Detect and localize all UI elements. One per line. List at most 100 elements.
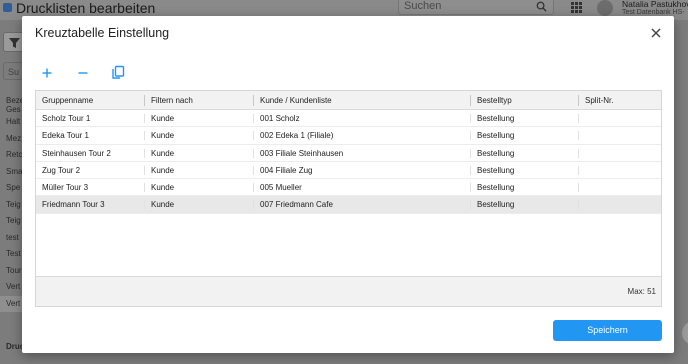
sidebar-item[interactable]: Retc	[0, 147, 22, 164]
table-row[interactable]: Edeka Tour 1 Kunde 002 Edeka 1 (Filiale) Be…	[36, 127, 661, 145]
cell-separator	[253, 183, 254, 193]
apps-grid-icon[interactable]	[571, 2, 582, 13]
cell-separator	[253, 148, 254, 158]
dialog-title: Kreuztabelle Einstellung	[35, 26, 170, 40]
save-button[interactable]: Speichern	[553, 320, 662, 341]
cell-filtern-nach: Kunde	[151, 148, 175, 158]
cell-separator	[470, 183, 471, 193]
column-header-filtern-nach[interactable]: Filtern nach	[145, 91, 193, 110]
column-header-bestelltyp[interactable]: Bestelltyp	[471, 91, 512, 110]
floating-action-button[interactable]	[682, 321, 688, 345]
cell-gruppenname: Steinhausen Tour 2	[42, 148, 111, 158]
sidebar-item[interactable]: Teig	[0, 197, 22, 214]
sidebar-search-input[interactable]: Su	[3, 62, 23, 80]
cell-gruppenname: Zug Tour 2	[42, 165, 81, 175]
sidebar-item[interactable]: Teig	[0, 213, 22, 230]
cell-split-nr	[579, 110, 585, 127]
cell-bestelltyp: Bestellung	[477, 183, 515, 193]
cell-separator	[578, 131, 579, 141]
cell-split-nr	[579, 162, 585, 179]
global-search-placeholder: Suchen	[404, 0, 442, 12]
table-row[interactable]: Zug Tour 2 Kunde 004 Filiale Zug Bestellung	[36, 162, 661, 180]
plus-icon[interactable]	[39, 65, 55, 81]
cell-bestelltyp: Bestellung	[477, 148, 515, 158]
cell-separator	[253, 200, 254, 210]
cell-separator	[578, 148, 579, 158]
sidebar-item[interactable]: Tour	[0, 263, 22, 280]
grid-footer: Max: 51	[36, 276, 661, 306]
cell-separator	[470, 165, 471, 175]
column-header-kunde[interactable]: Kunde / Kundenliste	[254, 91, 332, 110]
cell-filtern-nach: Kunde	[151, 114, 175, 123]
cell-separator	[253, 131, 254, 141]
cell-separator	[144, 148, 145, 158]
user-name: Natalia Pastukhov	[622, 0, 688, 9]
global-search-input[interactable]: Suchen	[398, 0, 554, 15]
cell-separator	[470, 131, 471, 141]
cell-filtern-nach: Kunde	[151, 165, 175, 175]
cell-separator	[578, 165, 579, 175]
cell-filtern-nach: Kunde	[151, 200, 175, 210]
cell-bestelltyp: Bestellung	[477, 114, 515, 123]
app-logo-icon	[3, 3, 12, 12]
cell-gruppenname: Scholz Tour 1	[42, 114, 91, 123]
cell-split-nr	[579, 127, 585, 144]
copy-icon[interactable]	[110, 65, 126, 81]
close-icon[interactable]	[649, 26, 663, 40]
sidebar-item[interactable]: Mez	[0, 131, 22, 148]
max-count-label: Max: 51	[627, 287, 656, 296]
cell-filtern-nach: Kunde	[151, 131, 175, 141]
cell-separator	[578, 183, 579, 193]
cell-separator	[144, 200, 145, 210]
cell-separator	[470, 148, 471, 158]
sidebar-item-selected[interactable]: Vert	[0, 295, 22, 312]
cell-bestelltyp: Bestellung	[477, 131, 515, 141]
crosstab-grid: Gruppenname Filtern nach Kunde / Kundenl…	[35, 90, 662, 307]
cell-separator	[144, 165, 145, 175]
sidebar-item[interactable]: test	[0, 230, 22, 247]
search-icon[interactable]	[536, 1, 547, 12]
cell-kunde: 001 Scholz	[260, 114, 300, 123]
cell-separator	[253, 165, 254, 175]
crosstab-settings-dialog: Kreuztabelle Einstellung Gruppenname Fil…	[22, 16, 674, 353]
cell-separator	[578, 200, 579, 210]
sidebar-item[interactable]: Test	[0, 246, 22, 263]
cell-split-nr	[579, 145, 585, 162]
grid-body: Scholz Tour 1 Kunde 001 Scholz Bestellung Ed…	[36, 110, 661, 214]
cell-separator	[253, 114, 254, 123]
table-row[interactable]: Steinhausen Tour 2 Kunde 003 Filiale Stein…	[36, 145, 661, 162]
cell-kunde: 003 Filiale Steinhausen	[260, 148, 344, 158]
cell-filtern-nach: Kunde	[151, 183, 175, 193]
cell-kunde: 007 Friedmann Cafe	[260, 200, 333, 210]
sidebar-list: Bezeich Ges Halt Mez Retc Sma Spe Teig T…	[0, 96, 22, 312]
sidebar-item[interactable]: Bezeich Ges	[0, 96, 22, 114]
cell-kunde: 005 Mueller	[260, 183, 302, 193]
user-avatar[interactable]	[597, 0, 613, 16]
cell-kunde: 002 Edeka 1 (Filiale)	[260, 131, 334, 141]
cell-separator	[144, 114, 145, 123]
column-header-split-nr[interactable]: Split-Nr.	[579, 91, 613, 110]
cell-gruppenname: Müller Tour 3	[42, 183, 89, 193]
cell-split-nr	[579, 179, 585, 196]
column-header-gruppenname[interactable]: Gruppenname	[36, 91, 93, 110]
cell-separator	[144, 183, 145, 193]
minus-icon[interactable]	[75, 65, 91, 81]
sidebar-item[interactable]: Halt	[0, 114, 22, 131]
sidebar-item[interactable]: Sma	[0, 164, 22, 181]
sidebar-item[interactable]: Vert	[0, 279, 22, 296]
table-row[interactable]: Scholz Tour 1 Kunde 001 Scholz Bestellung	[36, 110, 661, 128]
sidebar-item[interactable]: Spe	[0, 180, 22, 197]
cell-bestelltyp: Bestellung	[477, 165, 515, 175]
table-row[interactable]: Friedmann Tour 3 Kunde 007 Friedmann Cafe B…	[36, 196, 661, 214]
cell-gruppenname: Edeka Tour 1	[42, 131, 89, 141]
grid-header: Gruppenname Filtern nach Kunde / Kundenl…	[36, 91, 661, 110]
cell-gruppenname: Friedmann Tour 3	[42, 200, 105, 210]
cell-separator	[470, 200, 471, 210]
cell-separator	[144, 131, 145, 141]
cell-split-nr	[579, 196, 585, 213]
cell-separator	[470, 114, 471, 123]
filter-icon	[9, 38, 20, 48]
table-row[interactable]: Müller Tour 3 Kunde 005 Mueller Bestellung	[36, 179, 661, 197]
app-title: Drucklisten bearbeiten	[16, 0, 156, 16]
cell-bestelltyp: Bestellung	[477, 200, 515, 210]
